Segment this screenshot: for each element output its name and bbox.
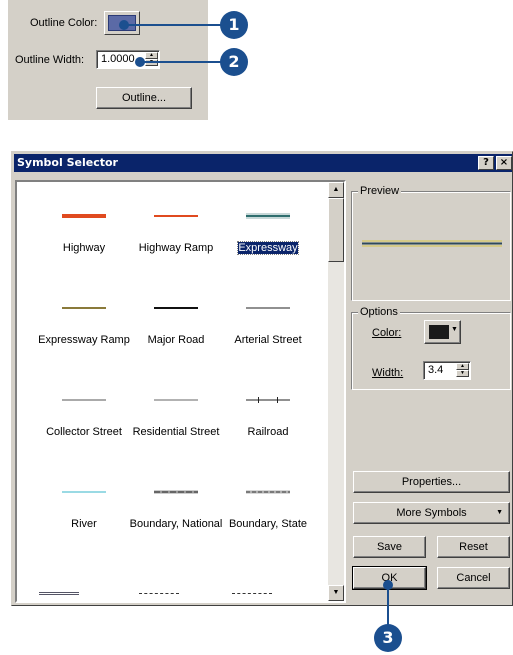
symbol-item[interactable]: Highway: [37, 182, 131, 274]
partial-symbol-3: [232, 593, 272, 594]
chevron-down-icon: ▼: [496, 509, 503, 516]
spin-down-icon[interactable]: ▼: [456, 370, 469, 377]
more-symbols-button[interactable]: More Symbols ▼: [353, 502, 510, 524]
close-icon[interactable]: ×: [496, 156, 512, 170]
symbol-label-text: Expressway: [237, 241, 299, 255]
color-swatch: [429, 325, 449, 339]
symbol-item[interactable]: Highway Ramp: [129, 182, 223, 274]
cancel-button[interactable]: Cancel: [437, 567, 510, 589]
river-symbol: [37, 488, 131, 496]
more-symbols-label: More Symbols: [396, 507, 467, 519]
preview-group: Preview: [351, 185, 511, 301]
expressway-ramp-symbol: [37, 304, 131, 312]
partial-symbol-2: [139, 593, 179, 594]
callout-3-leader: [387, 585, 389, 627]
preview-label: Preview: [358, 185, 402, 197]
width-label: Width:: [372, 367, 404, 379]
major-road-symbol: [129, 304, 223, 312]
symbol-label-text: Highway Ramp: [138, 242, 214, 254]
outline-width-label: Outline Width:: [15, 54, 85, 66]
symbol-label-text: Expressway Ramp: [38, 334, 130, 346]
symbol-label-text: Railroad: [247, 426, 289, 438]
save-button-label: Save: [376, 541, 403, 553]
collector-street-symbol: [37, 396, 131, 404]
width-field[interactable]: 3.4 ▲ ▼: [423, 361, 471, 380]
symbol-label-text: River: [71, 518, 97, 530]
partial-symbol-1: [39, 592, 79, 595]
outline-color-label: Outline Color:: [30, 17, 98, 29]
options-group: Options Color: ▼ Width: 3.4 ▲ ▼: [351, 306, 511, 390]
symbol-selector-dialog: Symbol Selector ? × Highway Highway Ramp E…: [11, 151, 513, 606]
symbol-item[interactable]: Collector Street: [37, 366, 131, 458]
callout-1-dot: [119, 20, 129, 30]
symbol-item[interactable]: Expressway Ramp: [37, 274, 131, 366]
symbol-item[interactable]: Boundary, State: [221, 458, 315, 550]
symbol-item[interactable]: River: [37, 458, 131, 550]
callout-1: 1: [220, 11, 248, 39]
outline-width-field[interactable]: 1.0000 ▲ ▼: [96, 50, 160, 69]
arterial-street-symbol: [221, 304, 315, 312]
properties-button[interactable]: Properties...: [353, 471, 510, 493]
callout-2-dot: [135, 57, 145, 67]
spin-up-icon[interactable]: ▲: [145, 52, 158, 59]
options-label: Options: [358, 306, 400, 318]
boundary-national-symbol: [129, 488, 223, 496]
symbol-item[interactable]: Boundary, National: [129, 458, 223, 550]
symbol-item[interactable]: Expressway: [221, 182, 315, 274]
symbol-label-text: Boundary, State: [228, 518, 308, 530]
preview-symbol: [362, 240, 502, 247]
outline-width-value: 1.0000: [101, 53, 135, 65]
scroll-down-icon[interactable]: ▼: [328, 585, 344, 601]
railroad-symbol: [221, 396, 315, 404]
symbol-label-text: Highway: [62, 242, 106, 254]
reset-button-label: Reset: [459, 541, 488, 553]
symbol-label-text: Major Road: [147, 334, 205, 346]
symbol-label: Boundary, State: [211, 518, 325, 530]
symbol-label-text: Arterial Street: [234, 334, 302, 346]
expressway-symbol: [221, 212, 315, 220]
outline-button[interactable]: Outline...: [96, 87, 192, 109]
scroll-thumb[interactable]: [328, 198, 344, 262]
symbol-list[interactable]: Highway Highway Ramp Expressway Expressway …: [15, 180, 346, 603]
chevron-down-icon: ▼: [451, 326, 458, 333]
spin-up-icon[interactable]: ▲: [456, 363, 469, 370]
help-button[interactable]: ?: [478, 156, 494, 170]
callout-2: 2: [220, 48, 248, 76]
highway-ramp-symbol: [129, 212, 223, 220]
dialog-titlebar: Symbol Selector ? ×: [14, 154, 512, 172]
symbol-label: Railroad: [211, 426, 325, 438]
color-picker-button[interactable]: ▼: [424, 320, 461, 344]
color-label: Color:: [372, 327, 402, 339]
reset-button[interactable]: Reset: [437, 536, 510, 558]
symbol-item[interactable]: Arterial Street: [221, 274, 315, 366]
highway-symbol: [37, 212, 131, 220]
symbol-list-scrollbar[interactable]: ▲ ▼: [328, 182, 344, 601]
outline-width-spinner[interactable]: ▲ ▼: [145, 52, 158, 67]
cancel-button-label: Cancel: [456, 572, 491, 584]
scroll-up-icon[interactable]: ▲: [328, 182, 344, 198]
residential-street-symbol: [129, 396, 223, 404]
symbol-label-text: Boundary, National: [129, 518, 223, 530]
width-value: 3.4: [428, 364, 444, 376]
callout-1-leader: [124, 24, 224, 26]
symbol-label: Arterial Street: [211, 334, 325, 346]
save-button[interactable]: Save: [353, 536, 426, 558]
symbol-label-text: Collector Street: [46, 426, 122, 438]
layer-properties-snippet: Outline Color: Outline Width: 1.0000 ▲ ▼…: [8, 0, 208, 120]
callout-2-leader: [140, 61, 224, 63]
symbol-item[interactable]: Residential Street: [129, 366, 223, 458]
symbol-item[interactable]: Railroad: [221, 366, 315, 458]
boundary-state-symbol: [221, 488, 315, 496]
symbol-label: Expressway: [211, 241, 325, 255]
properties-button-label: Properties...: [401, 476, 462, 488]
width-spinner[interactable]: ▲ ▼: [456, 363, 469, 378]
symbol-label-text: Residential Street: [132, 426, 220, 438]
symbol-item[interactable]: Major Road: [129, 274, 223, 366]
callout-3: 3: [374, 624, 402, 652]
dialog-title: Symbol Selector: [17, 156, 118, 169]
